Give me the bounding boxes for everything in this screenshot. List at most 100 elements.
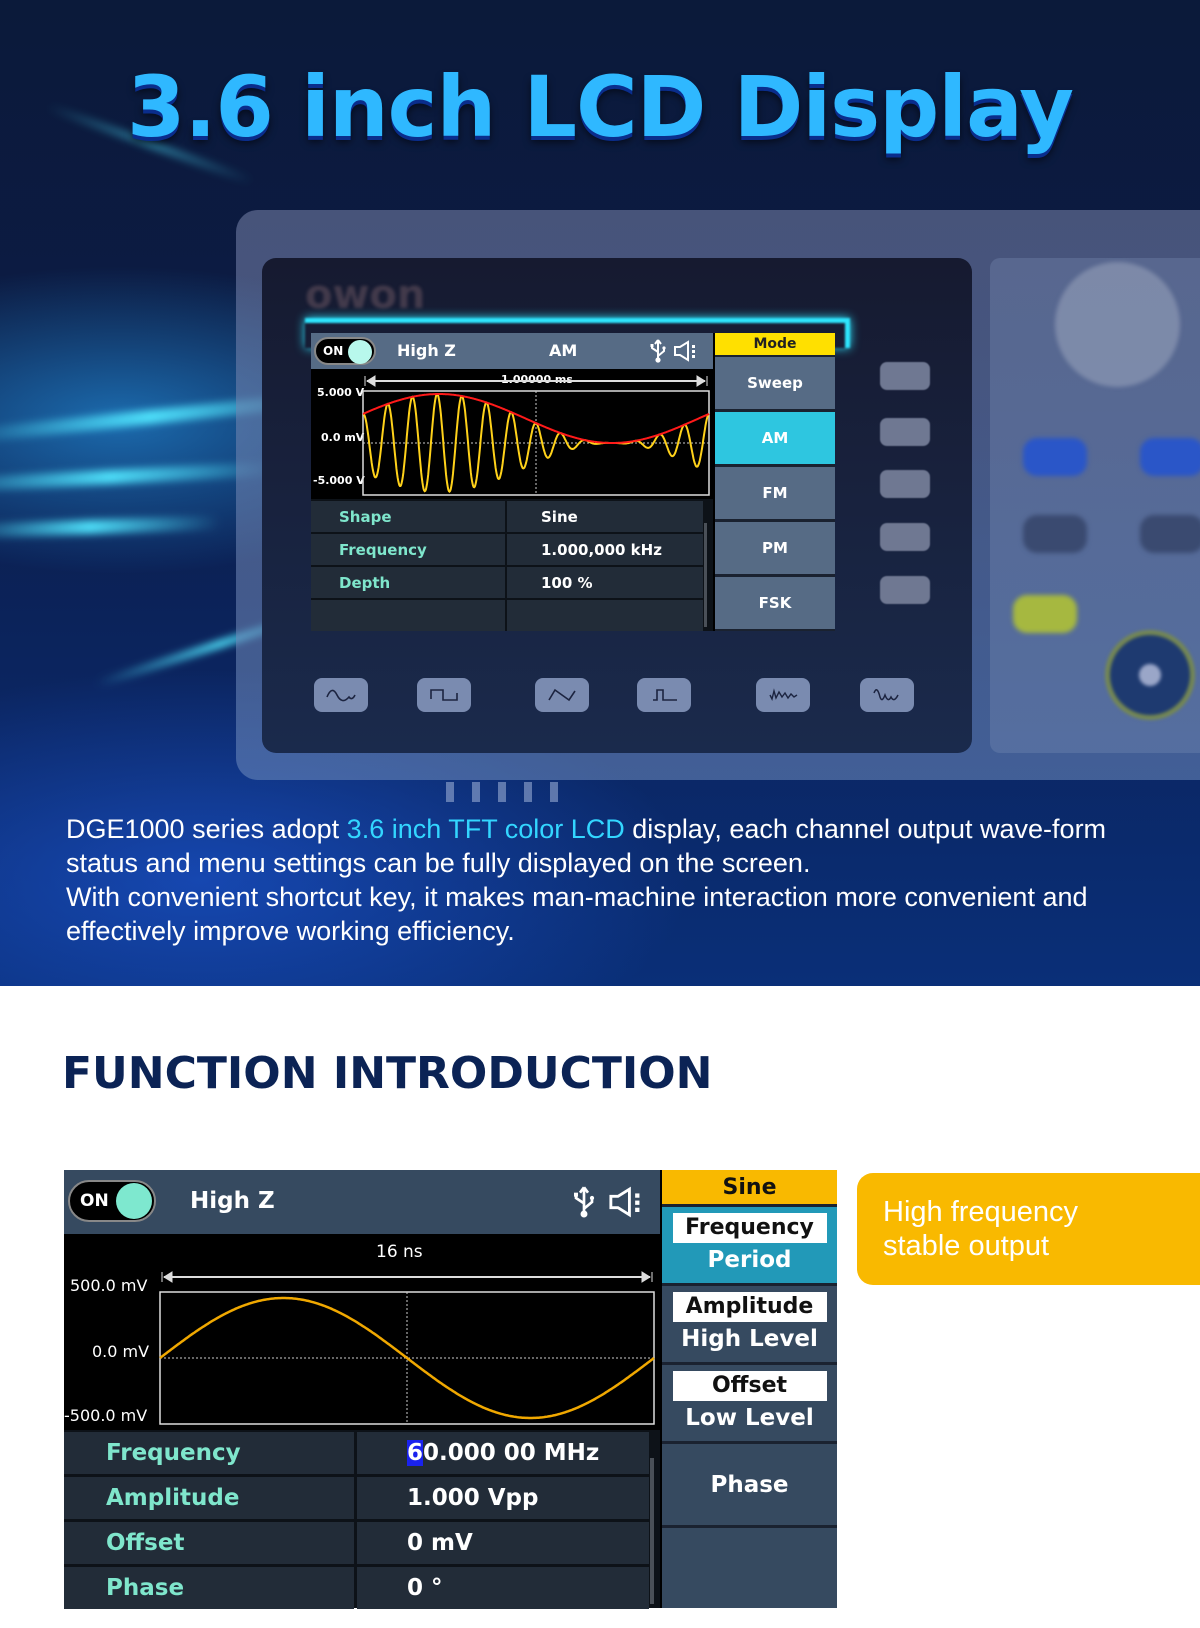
param-key	[311, 600, 505, 631]
callout-line: High frequency	[883, 1196, 1079, 1228]
param-table: Shape Sine Frequency 1.000,000 kHz Depth 100 …	[311, 499, 713, 631]
menu-option-selected: Amplitude	[672, 1292, 827, 1322]
ramp-icon	[548, 688, 576, 702]
speaker-icon	[674, 340, 695, 362]
feature-callout: High frequency stable output	[857, 1173, 1200, 1285]
wave-key-noise	[756, 678, 810, 712]
menu-item-fm[interactable]: FM	[715, 467, 835, 519]
softkey-4	[880, 523, 930, 551]
param-value: Sine	[507, 501, 703, 532]
param-key: Phase	[64, 1567, 354, 1609]
arrow-left	[364, 375, 376, 387]
waveform-area: 1.00000 ms 5.000 V 0.0 mV -5.000 V	[311, 369, 713, 499]
param-key: Frequency	[311, 534, 505, 565]
menu-option-label: Phase	[710, 1471, 789, 1498]
softkey-1	[880, 362, 930, 390]
output-toggle[interactable]: ON	[68, 1180, 156, 1222]
sine-icon	[326, 689, 356, 702]
menu-option-alt: Period	[707, 1247, 792, 1273]
param-value: 100 %	[507, 567, 703, 598]
toggle-label: ON	[323, 344, 344, 358]
menu-option-selected: Frequency	[672, 1213, 827, 1243]
status-bar: ON High Z AM	[311, 333, 713, 369]
param-table: Frequency 6 0.000 00 MHz Amplitude 1.000 Vpp…	[64, 1430, 660, 1609]
wave-key-arbitrary	[860, 678, 914, 712]
param-key: Offset	[64, 1522, 354, 1564]
lcd-screen-am: ON High Z AM 1.00000 ms 5.000 V 0.0 mV -…	[311, 333, 835, 631]
arrow-right	[641, 1271, 653, 1283]
menu-item-frequency[interactable]: Frequency Period	[662, 1207, 837, 1283]
menu-title: Mode	[715, 333, 835, 355]
param-value: 0 °	[357, 1567, 649, 1609]
value-text: 0 mV	[407, 1530, 473, 1556]
menu-item-offset[interactable]: Offset Low Level	[662, 1365, 837, 1441]
waveform-area: 16 ns 500.0 mV 0.0 mV -500.0 mV	[64, 1234, 660, 1430]
wave-key-ramp	[535, 678, 589, 712]
ch1-key	[1023, 438, 1087, 476]
brand-logo: owon	[305, 272, 426, 318]
desc-text: DGE1000 series adopt	[66, 814, 347, 844]
table-row[interactable]: Amplitude 1.000 Vpp	[64, 1477, 649, 1519]
output-toggle[interactable]: ON	[314, 337, 376, 365]
desc-highlight: 3.6 inch TFT color LCD	[346, 814, 625, 844]
hero-banner: owon 3.6 inch LCD Display ON High Z AM 1…	[0, 0, 1200, 986]
wave-key-pulse	[637, 678, 691, 712]
table-row[interactable]: Frequency 6 0.000 00 MHz	[64, 1432, 649, 1474]
description: DGE1000 series adopt 3.6 inch TFT color …	[66, 812, 1176, 948]
arrow-right	[696, 375, 708, 387]
menu-item-am[interactable]: AM	[715, 412, 835, 464]
lcd-screen-sine: ON High Z 16 ns 500.0 mV 0.0 mV -500.0 m…	[64, 1170, 837, 1609]
param-value: 1.000 Vpp	[357, 1477, 649, 1519]
modulation-mode: AM	[549, 341, 578, 360]
arbitrary-icon	[873, 689, 899, 701]
toggle-label: ON	[80, 1191, 109, 1211]
table-row[interactable]: Phase 0 °	[64, 1567, 649, 1609]
section-title: FUNCTION INTRODUCTION	[62, 1048, 713, 1099]
callout-line: stable output	[883, 1230, 1050, 1262]
scrollbar[interactable]	[650, 1458, 654, 1604]
bnc-connector	[1105, 630, 1195, 720]
noise-icon	[769, 688, 798, 702]
param-key: Shape	[311, 501, 505, 532]
page-title: 3.6 inch LCD Display	[127, 58, 1074, 156]
toggle-knob	[348, 340, 372, 364]
table-row[interactable]: Depth 100 %	[311, 567, 703, 598]
usb-icon	[574, 1186, 595, 1218]
speaker-icon	[609, 1186, 640, 1218]
arrow-left	[161, 1271, 173, 1283]
rotary-knob	[1055, 262, 1180, 387]
menu-item-amplitude[interactable]: Amplitude High Level	[662, 1286, 837, 1362]
table-row[interactable]	[311, 600, 703, 631]
mode-key	[1023, 515, 1087, 553]
edit-cursor[interactable]: 6	[407, 1440, 424, 1466]
menu-option-selected: Offset	[672, 1371, 827, 1401]
output-key	[1013, 595, 1077, 633]
menu-item-pm[interactable]: PM	[715, 522, 835, 574]
wave-key-sine	[314, 678, 368, 712]
param-key: Depth	[311, 567, 505, 598]
table-row[interactable]: Frequency 1.000,000 kHz	[311, 534, 703, 565]
pulse-icon	[653, 689, 677, 701]
sine-menu: Sine Frequency Period Amplitude High Level Of…	[662, 1170, 837, 1608]
mode-menu: Mode Sweep AM FM PM FSK	[715, 333, 835, 631]
table-row[interactable]: Shape Sine	[311, 501, 703, 532]
desc-text: With convenient shortcut key, it makes m…	[66, 882, 1088, 946]
scrollbar[interactable]	[704, 523, 707, 627]
light-streak	[0, 515, 221, 539]
toggle-knob	[116, 1183, 152, 1219]
menu-item-fsk[interactable]: FSK	[715, 577, 835, 629]
softkey-5	[880, 576, 930, 604]
status-bar: ON High Z	[64, 1170, 660, 1234]
menu-option-alt: Low Level	[685, 1405, 814, 1431]
waveform-plot	[159, 1271, 655, 1425]
menu-item-phase[interactable]: Phase	[662, 1444, 837, 1525]
square-icon	[430, 689, 458, 701]
value-text: 0 °	[407, 1575, 443, 1601]
param-value	[507, 600, 703, 631]
menu-item-sweep[interactable]: Sweep	[715, 357, 835, 409]
menu-item-empty[interactable]	[662, 1528, 837, 1608]
menu-title: Sine	[662, 1170, 837, 1204]
load-impedance: High Z	[397, 341, 456, 360]
table-row[interactable]: Offset 0 mV	[64, 1522, 649, 1564]
softkey-2	[880, 418, 930, 446]
